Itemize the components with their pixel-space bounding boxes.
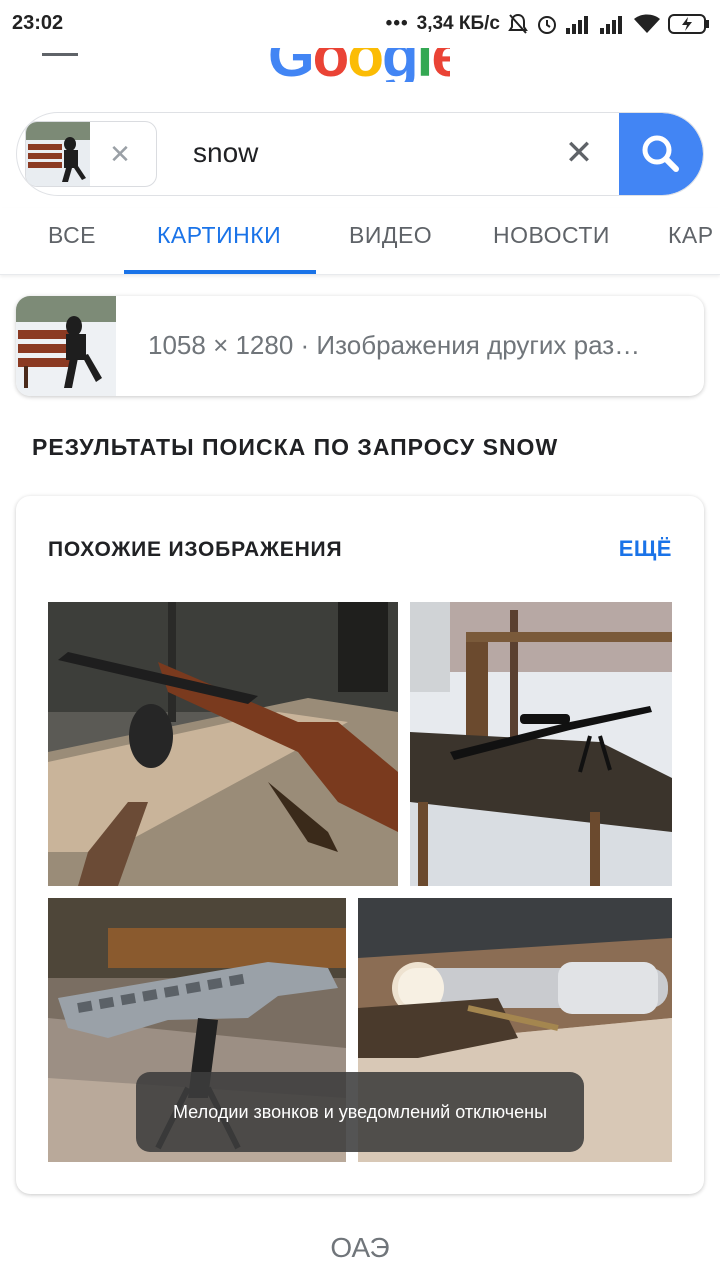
status-icons: ••• 3,34 КБ/с bbox=[386, 10, 710, 38]
signal-icon bbox=[566, 14, 592, 34]
similar-images-title: ПОХОЖИЕ ИЗОБРАЖЕНИЯ bbox=[48, 538, 343, 561]
network-speed: 3,34 КБ/с bbox=[416, 13, 500, 34]
remove-image-icon[interactable]: ✕ bbox=[106, 140, 134, 168]
signal-icon-2 bbox=[600, 14, 626, 34]
tab-news[interactable]: НОВОСТИ bbox=[493, 222, 610, 249]
mute-icon bbox=[508, 13, 528, 35]
search-image-thumbnail bbox=[26, 122, 90, 186]
more-dots-icon: ••• bbox=[385, 13, 409, 34]
query-image-thumbnail bbox=[16, 296, 116, 396]
search-icon bbox=[642, 135, 679, 172]
tab-video[interactable]: ВИДЕО bbox=[349, 222, 432, 249]
search-button[interactable] bbox=[619, 113, 703, 195]
search-box[interactable]: ✕ snow ✕ bbox=[16, 112, 704, 196]
tab-all[interactable]: ВСЕ bbox=[48, 222, 96, 249]
status-time: 23:02 bbox=[12, 12, 64, 34]
search-query[interactable]: snow bbox=[193, 137, 258, 169]
wifi-icon bbox=[634, 14, 660, 34]
active-tab-indicator bbox=[124, 270, 316, 274]
tab-images[interactable]: КАРТИНКИ bbox=[157, 222, 281, 249]
image-size-info: 1058 × 1280 · Изображения других раз… bbox=[148, 330, 641, 360]
battery-icon bbox=[668, 14, 710, 34]
clear-query-icon[interactable]: ✕ bbox=[561, 133, 597, 173]
results-heading: РЕЗУЛЬТАТЫ ПОИСКА ПО ЗАПРОСУ SNOW bbox=[32, 434, 559, 460]
search-tabs: ВСЕ КАРТИНКИ ВИДЕО НОВОСТИ КАР bbox=[0, 208, 720, 275]
tab-maps[interactable]: КАР bbox=[668, 222, 714, 249]
more-link[interactable]: ЕЩЁ bbox=[619, 536, 672, 562]
similar-image-1[interactable] bbox=[48, 602, 398, 886]
search-image-chip[interactable]: ✕ bbox=[25, 121, 157, 187]
alarm-icon bbox=[536, 13, 558, 35]
similar-image-2[interactable] bbox=[410, 602, 672, 886]
status-bar: 23:02 ••• 3,34 КБ/с bbox=[0, 0, 720, 48]
image-info-card[interactable]: 1058 × 1280 · Изображения других раз… bbox=[16, 296, 704, 396]
footer-location: ОАЭ bbox=[330, 1232, 390, 1263]
toast-notification: Мелодии звонков и уведомлений отключены bbox=[136, 1072, 584, 1152]
